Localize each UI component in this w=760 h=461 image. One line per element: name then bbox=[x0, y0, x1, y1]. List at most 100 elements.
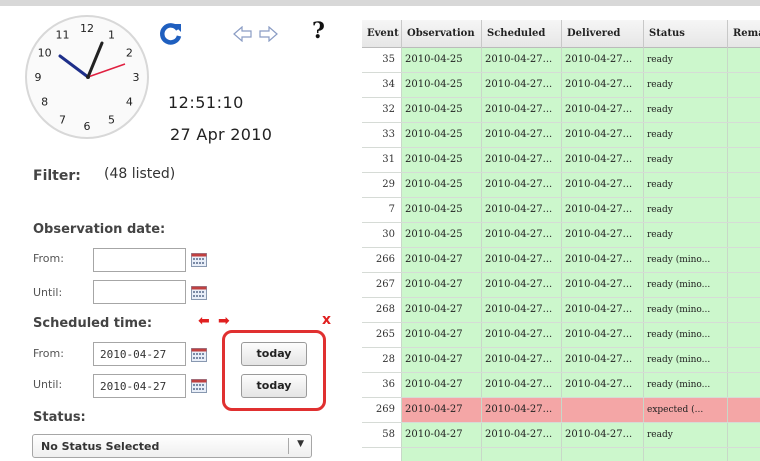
clear-scheduled-button[interactable]: x bbox=[322, 312, 331, 328]
cell-scheduled: 2010-04-27... bbox=[482, 248, 562, 272]
cell-delivered: 2010-04-27... bbox=[562, 323, 644, 347]
cell-observation: 2010-04-25 bbox=[402, 123, 482, 147]
table-row[interactable]: 58 2010-04-27 2010-04-27... 2010-04-27... re… bbox=[362, 423, 760, 448]
cell-scheduled: 2010-04-27... bbox=[482, 373, 562, 397]
observation-until-input[interactable] bbox=[93, 280, 186, 304]
cell-remarks bbox=[728, 423, 760, 447]
cell-scheduled: 2010-04-27... bbox=[482, 173, 562, 197]
calendar-icon[interactable] bbox=[191, 286, 207, 300]
cell-delivered: 2010-04-27... bbox=[562, 373, 644, 397]
clock-numeral: 11 bbox=[56, 29, 70, 42]
cell-event bbox=[362, 448, 402, 461]
cell-observation: 2010-04-25 bbox=[402, 198, 482, 222]
select-divider bbox=[288, 438, 289, 454]
cell-scheduled: 2010-04-27... bbox=[482, 73, 562, 97]
cell-remarks bbox=[728, 48, 760, 72]
cell-remarks bbox=[728, 73, 760, 97]
cell-event: 30 bbox=[362, 223, 402, 247]
column-header-delivered[interactable]: Delivered bbox=[562, 20, 644, 48]
observation-until-label: Until: bbox=[33, 286, 63, 299]
cell-observation: 2010-04-27 bbox=[402, 298, 482, 322]
calendar-icon[interactable] bbox=[191, 348, 207, 362]
table-row[interactable]: 269 2010-04-27 2010-04-27... expected (... bbox=[362, 398, 760, 423]
table-row[interactable]: 265 2010-04-27 2010-04-27... 2010-04-27... r… bbox=[362, 323, 760, 348]
clock-numeral: 9 bbox=[35, 71, 42, 84]
clock-numeral: 6 bbox=[84, 120, 91, 133]
table-row[interactable]: 31 2010-04-25 2010-04-27... 2010-04-27... re… bbox=[362, 148, 760, 173]
column-header-remarks[interactable]: Remarks bbox=[728, 20, 760, 48]
column-header-scheduled[interactable]: Scheduled bbox=[482, 20, 562, 48]
table-row[interactable]: 30 2010-04-25 2010-04-27... 2010-04-27... re… bbox=[362, 223, 760, 248]
cell-delivered: 2010-04-27... bbox=[562, 73, 644, 97]
cell-event: 32 bbox=[362, 98, 402, 122]
refresh-icon[interactable] bbox=[159, 22, 183, 46]
status-select[interactable]: No Status Selected ▼ bbox=[32, 434, 312, 458]
table-row[interactable]: 32 2010-04-25 2010-04-27... 2010-04-27... re… bbox=[362, 98, 760, 123]
cell-status: ready (mino... bbox=[644, 323, 728, 347]
cell-scheduled: 2010-04-27... bbox=[482, 223, 562, 247]
cell-delivered: 2010-04-27... bbox=[562, 298, 644, 322]
table-row[interactable]: 35 2010-04-25 2010-04-27... 2010-04-27... re… bbox=[362, 48, 760, 73]
table-row[interactable]: 34 2010-04-25 2010-04-27... 2010-04-27... re… bbox=[362, 73, 760, 98]
clock-numeral: 4 bbox=[126, 96, 133, 109]
cell-delivered bbox=[562, 398, 644, 422]
cell-delivered: 2010-04-27... bbox=[562, 423, 644, 447]
table-header: Event Observation Scheduled Delivered Status… bbox=[362, 20, 760, 48]
observation-date-title: Observation date: bbox=[33, 222, 166, 237]
calendar-icon[interactable] bbox=[191, 253, 207, 267]
clock-numeral: 2 bbox=[126, 47, 133, 60]
cell-remarks bbox=[728, 223, 760, 247]
table-row[interactable]: 268 2010-04-27 2010-04-27... 2010-04-27... r… bbox=[362, 298, 760, 323]
scheduled-time-title: Scheduled time: bbox=[33, 316, 153, 331]
chevron-down-icon[interactable]: ▼ bbox=[297, 439, 304, 449]
table-row[interactable]: 28 2010-04-27 2010-04-27... 2010-04-27... re… bbox=[362, 348, 760, 373]
cell-observation: 2010-04-27 bbox=[402, 323, 482, 347]
clock-numeral: 5 bbox=[108, 113, 115, 126]
clock-numeral: 10 bbox=[38, 47, 52, 60]
cell-status: ready bbox=[644, 173, 728, 197]
events-table: Event Observation Scheduled Delivered Status… bbox=[362, 20, 760, 461]
table-row[interactable]: 266 2010-04-27 2010-04-27... 2010-04-27... r… bbox=[362, 248, 760, 273]
filter-label: Filter: bbox=[33, 168, 81, 184]
scheduled-until-label: Until: bbox=[33, 378, 63, 391]
cell-event: 36 bbox=[362, 373, 402, 397]
table-row[interactable]: 29 2010-04-25 2010-04-27... 2010-04-27... re… bbox=[362, 173, 760, 198]
cell-event: 28 bbox=[362, 348, 402, 372]
column-header-event[interactable]: Event bbox=[362, 20, 402, 48]
cell-remarks bbox=[728, 248, 760, 272]
cell-status: ready bbox=[644, 98, 728, 122]
cell-event: 267 bbox=[362, 273, 402, 297]
cell-delivered bbox=[562, 448, 644, 461]
today-until-button[interactable]: today bbox=[241, 374, 307, 398]
clock-time: 12:51:10 bbox=[168, 93, 244, 112]
scheduled-until-input[interactable]: 2010-04-27 bbox=[93, 374, 186, 398]
scheduled-from-label: From: bbox=[33, 347, 64, 360]
shift-back-icon[interactable]: ⬅ bbox=[198, 313, 210, 329]
arrow-left-icon[interactable] bbox=[233, 25, 253, 43]
cell-event: 7 bbox=[362, 198, 402, 222]
cell-observation: 2010-04-25 bbox=[402, 148, 482, 172]
cell-observation: 2010-04-25 bbox=[402, 98, 482, 122]
cell-event: 266 bbox=[362, 248, 402, 272]
observation-from-input[interactable] bbox=[93, 248, 186, 272]
table-row[interactable]: 33 2010-04-25 2010-04-27... 2010-04-27... re… bbox=[362, 123, 760, 148]
cell-observation: 2010-04-27 bbox=[402, 398, 482, 422]
cell-scheduled: 2010-04-27... bbox=[482, 123, 562, 147]
cell-scheduled: 2010-04-27... bbox=[482, 148, 562, 172]
shift-forward-icon[interactable]: ➡ bbox=[218, 313, 230, 329]
table-row[interactable]: 36 2010-04-27 2010-04-27... 2010-04-27... re… bbox=[362, 373, 760, 398]
cell-status: ready (mino... bbox=[644, 348, 728, 372]
calendar-icon[interactable] bbox=[191, 379, 207, 393]
column-header-status[interactable]: Status bbox=[644, 20, 728, 48]
cell-scheduled: 2010-04-27... bbox=[482, 323, 562, 347]
arrow-right-icon[interactable] bbox=[258, 25, 278, 43]
cell-remarks bbox=[728, 348, 760, 372]
column-header-observation[interactable]: Observation bbox=[402, 20, 482, 48]
table-row[interactable]: 267 2010-04-27 2010-04-27... 2010-04-27... r… bbox=[362, 273, 760, 298]
scheduled-from-input[interactable]: 2010-04-27 bbox=[93, 342, 186, 366]
cell-remarks bbox=[728, 398, 760, 422]
table-row[interactable]: 7 2010-04-25 2010-04-27... 2010-04-27... rea… bbox=[362, 198, 760, 223]
table-row[interactable] bbox=[362, 448, 760, 461]
today-from-button[interactable]: today bbox=[241, 342, 307, 366]
help-icon[interactable]: ? bbox=[312, 18, 325, 44]
